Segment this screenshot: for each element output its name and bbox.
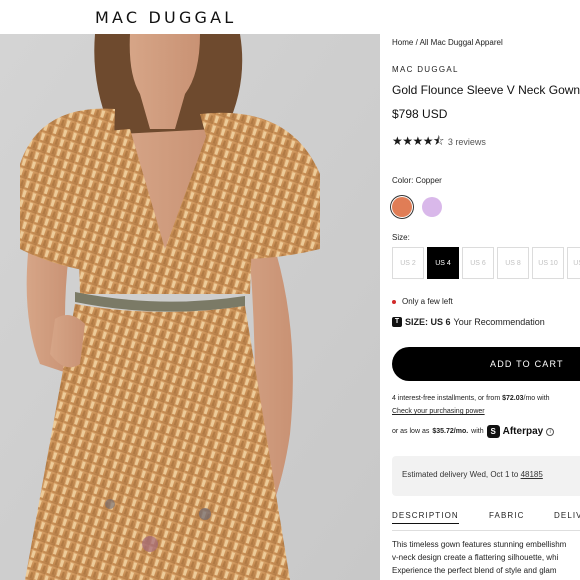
purchasing-power-link[interactable]: Check your purchasing power (392, 408, 485, 415)
description-line: v-neck design create a flattering silhou… (392, 553, 559, 562)
tabs-divider (392, 530, 580, 531)
installments-suffix: /mo with (523, 395, 550, 402)
installments-prefix: 4 interest-free installments, or from (392, 395, 503, 402)
description-line: This timeless gown features stunning emb… (392, 540, 567, 549)
site-header: MAC DUGGAL (0, 0, 580, 34)
stock-text: Only a few left (402, 297, 453, 306)
size-selector: US 2 US 4 US 6 US 8 US 10 US 12 (392, 247, 580, 279)
product-brand[interactable]: MAC DUGGAL (392, 65, 459, 74)
stock-dot-icon (392, 299, 396, 304)
afterpay-amount: $35.72/mo. (432, 428, 469, 435)
size-label: Size: (392, 233, 410, 242)
delivery-text: Estimated delivery Wed, Oct 1 to 48185 (402, 470, 543, 479)
tab-fabric[interactable]: FABRIC (489, 511, 525, 520)
product-price: $798 USD (392, 107, 448, 121)
installments-text: 4 interest-free installments, or from $7… (392, 395, 550, 402)
color-swatch-copper[interactable] (392, 197, 412, 217)
afterpay-line: or as low as $35.72/mo. with S Afterpay … (392, 425, 555, 438)
size-rec-note: Your Recommendation (453, 317, 545, 327)
product-rating[interactable]: ★★★★⯪ 3 reviews (392, 134, 486, 149)
afterpay-logo-icon: S (486, 425, 500, 438)
size-recommendation[interactable]: T SIZE: US 6 Your Recommendation (392, 317, 545, 327)
delivery-estimate: Estimated delivery Wed, Oct 1 to 48185 (392, 456, 580, 496)
color-swatch-lilac[interactable] (422, 197, 442, 217)
delivery-date: Estimated delivery Wed, Oct 1 to (402, 470, 521, 479)
product-title: Gold Flounce Sleeve V Neck Gown (392, 83, 580, 97)
gown-model-image (0, 34, 380, 580)
size-rec-value: SIZE: US 6 (405, 317, 451, 327)
tab-delivery[interactable]: DELIV (554, 511, 580, 520)
breadcrumb[interactable]: Home / All Mac Duggal Apparel (392, 38, 503, 47)
afterpay-with: with (471, 428, 484, 435)
size-option-us-12[interactable]: US 12 (567, 247, 580, 279)
star-rating-icon: ★★★★⯪ (392, 133, 444, 148)
brand-logo[interactable]: MAC DUGGAL (95, 8, 236, 27)
tab-description[interactable]: DESCRIPTION (392, 511, 459, 524)
info-icon[interactable]: i (546, 427, 555, 436)
delivery-zip-link[interactable]: 48185 (521, 470, 543, 479)
product-description: This timeless gown features stunning emb… (392, 538, 580, 577)
add-to-cart-button[interactable]: ADD TO CART (392, 347, 580, 381)
size-option-us-4[interactable]: US 4 (427, 247, 459, 279)
size-option-us-6[interactable]: US 6 (462, 247, 494, 279)
description-line: Experience the perfect blend of style an… (392, 566, 557, 575)
stock-status: Only a few left (392, 297, 453, 306)
size-option-us-10[interactable]: US 10 (532, 247, 564, 279)
size-option-us-8[interactable]: US 8 (497, 247, 529, 279)
afterpay-prefix: or as low as (392, 428, 430, 435)
size-option-us-2[interactable]: US 2 (392, 247, 424, 279)
product-tabs: DESCRIPTION FABRIC DELIV (392, 511, 580, 527)
reviews-link[interactable]: 3 reviews (448, 137, 486, 147)
afterpay-brand: Afterpay (502, 426, 544, 437)
product-photo[interactable] (0, 34, 380, 580)
installments-amount: $72.03 (502, 395, 524, 402)
color-label: Color: Copper (392, 176, 442, 185)
product-info-panel: Home / All Mac Duggal Apparel MAC DUGGAL… (380, 34, 580, 580)
tag-icon: T (392, 317, 402, 327)
